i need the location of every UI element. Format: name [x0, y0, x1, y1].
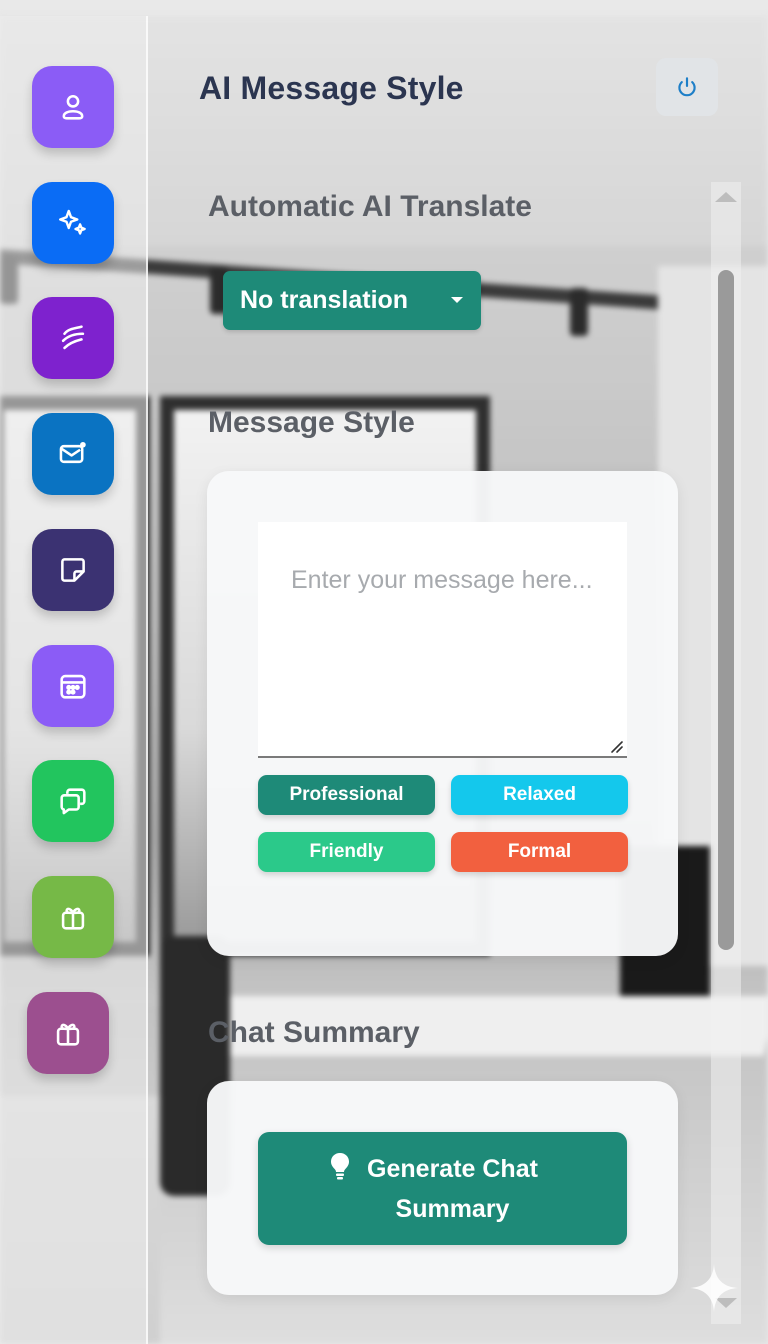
page-title: AI Message Style — [199, 70, 464, 106]
lightbulb-icon — [331, 1153, 349, 1180]
sidebar-item-flows[interactable] — [32, 297, 114, 379]
power-icon — [678, 77, 696, 97]
sidebar-item-rewards[interactable] — [27, 992, 109, 1074]
user-icon — [62, 94, 84, 120]
sparkles-icon — [59, 209, 86, 235]
gift-icon — [61, 907, 85, 930]
wave-icon — [61, 325, 85, 350]
mail-notification-icon — [59, 441, 86, 464]
sidebar-item-calendar[interactable] — [32, 645, 114, 727]
gift-icon — [56, 1023, 80, 1046]
scrollbar[interactable] — [711, 182, 741, 1324]
translate-section-label: Automatic AI Translate — [208, 190, 532, 223]
sidebar-item-ai[interactable] — [32, 182, 114, 264]
generate-chat-summary-button[interactable]: Generate Chat Summary — [258, 1132, 627, 1245]
message-style-section-label: Message Style — [208, 406, 415, 439]
translation-select-value: No translation — [240, 286, 409, 314]
scrollbar-thumb[interactable] — [718, 270, 734, 950]
style-relaxed-button[interactable]: Relaxed — [451, 775, 628, 815]
message-style-card: Professional Relaxed Friendly Formal — [207, 471, 678, 956]
style-friendly-button[interactable]: Friendly — [258, 832, 435, 872]
style-professional-button[interactable]: Professional — [258, 775, 435, 815]
sidebar-item-gifts[interactable] — [32, 876, 114, 958]
chat-summary-section-label: Chat Summary — [208, 1016, 420, 1049]
resize-handle-icon[interactable] — [608, 738, 624, 754]
power-button[interactable] — [656, 58, 718, 116]
chat-bubbles-icon — [60, 788, 86, 815]
calendar-icon — [60, 674, 86, 699]
scroll-up-arrow-icon[interactable] — [715, 192, 737, 202]
app-sidebar — [0, 16, 148, 1344]
generate-chat-summary-label: Generate Chat Summary — [367, 1154, 538, 1223]
chevron-down-icon — [451, 297, 463, 303]
sparkle-watermark-icon — [690, 1264, 738, 1312]
sticky-note-icon — [61, 558, 85, 582]
sidebar-item-notes[interactable] — [32, 529, 114, 611]
sidebar-item-profile[interactable] — [32, 66, 114, 148]
sidebar-item-messages[interactable] — [32, 413, 114, 495]
sidebar-item-chats[interactable] — [32, 760, 114, 842]
translation-language-select[interactable]: No translation — [223, 271, 481, 330]
style-formal-button[interactable]: Formal — [451, 832, 628, 872]
message-input[interactable] — [258, 522, 627, 758]
chat-summary-card: Generate Chat Summary — [207, 1081, 678, 1295]
